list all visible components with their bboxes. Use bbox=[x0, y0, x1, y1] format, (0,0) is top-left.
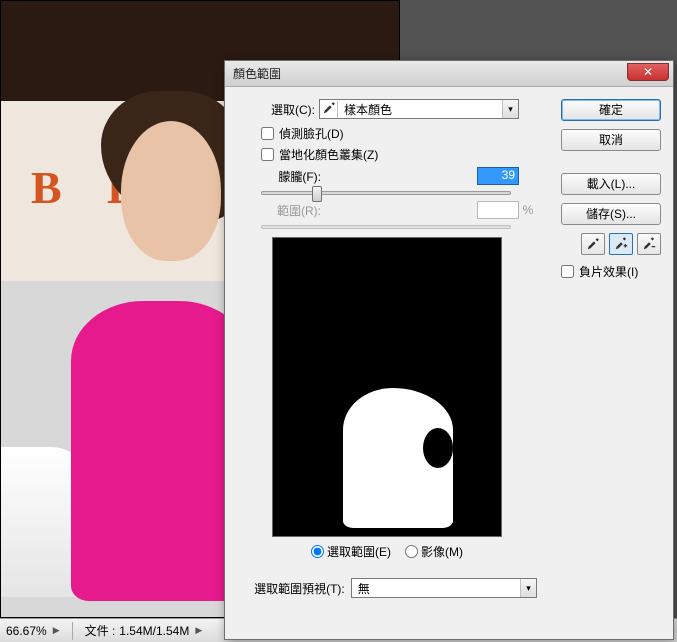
range-label: 範圍(R): bbox=[261, 202, 321, 219]
close-icon: ✕ bbox=[643, 65, 653, 79]
select-dropdown[interactable]: 樣本顏色 ▾ bbox=[319, 99, 519, 119]
range-input bbox=[477, 201, 519, 219]
chevron-down-icon: ▾ bbox=[520, 579, 536, 597]
fuzziness-slider[interactable] bbox=[261, 191, 511, 195]
range-unit: % bbox=[519, 203, 537, 217]
eyedropper-add-button[interactable] bbox=[609, 233, 633, 255]
select-value: 樣本顏色 bbox=[338, 101, 502, 118]
detect-faces-input[interactable] bbox=[261, 127, 274, 140]
localized-clusters-label: 當地化顏色叢集(Z) bbox=[279, 146, 378, 163]
radio-selection-label: 選取範圍(E) bbox=[327, 543, 391, 560]
fuzziness-input[interactable]: 39 bbox=[477, 167, 519, 185]
selection-preview bbox=[272, 237, 502, 537]
cancel-button[interactable]: 取消 bbox=[561, 129, 661, 151]
fuzziness-label: 朦朧(F): bbox=[261, 168, 321, 185]
selection-preview-label: 選取範圍預視(T): bbox=[237, 580, 345, 597]
detect-faces-checkbox[interactable]: 偵測臉孔(D) bbox=[261, 125, 537, 142]
eyedropper-icon bbox=[320, 101, 338, 118]
radio-image[interactable]: 影像(M) bbox=[405, 543, 463, 560]
color-range-dialog: 顏色範圍 ✕ 選取(C): 樣本顏色 ▾ 偵測臉孔 bbox=[224, 60, 674, 640]
ok-button[interactable]: 確定 bbox=[561, 99, 661, 121]
zoom-dropdown-icon[interactable]: ▶ bbox=[53, 625, 60, 636]
dialog-titlebar[interactable]: 顏色範圍 ✕ bbox=[225, 61, 673, 87]
invert-label: 負片效果(I) bbox=[579, 263, 638, 280]
radio-image-label: 影像(M) bbox=[421, 543, 463, 560]
eyedropper-plus-icon bbox=[614, 237, 628, 251]
zoom-level[interactable]: 66.67% bbox=[6, 624, 47, 638]
invert-checkbox[interactable]: 負片效果(I) bbox=[561, 263, 661, 280]
bg-letter: B bbox=[31, 161, 62, 214]
radio-image-input[interactable] bbox=[405, 545, 418, 558]
doc-info-dropdown-icon[interactable]: ▶ bbox=[195, 625, 202, 636]
eyedropper-icon bbox=[586, 237, 600, 251]
doc-size-label: 文件 : bbox=[85, 622, 116, 639]
localized-clusters-checkbox[interactable]: 當地化顏色叢集(Z) bbox=[261, 146, 537, 163]
radio-selection-input[interactable] bbox=[311, 545, 324, 558]
dialog-title: 顏色範圍 bbox=[233, 65, 281, 82]
selection-preview-dropdown[interactable]: 無 ▾ bbox=[351, 578, 537, 598]
detect-faces-label: 偵測臉孔(D) bbox=[279, 125, 344, 142]
load-button[interactable]: 載入(L)... bbox=[561, 173, 661, 195]
radio-selection[interactable]: 選取範圍(E) bbox=[311, 543, 391, 560]
close-button[interactable]: ✕ bbox=[627, 63, 669, 81]
select-label: 選取(C): bbox=[237, 101, 315, 118]
doc-size-value: 1.54M/1.54M bbox=[119, 624, 189, 638]
fuzziness-slider-thumb[interactable] bbox=[312, 186, 322, 202]
localized-clusters-input[interactable] bbox=[261, 148, 274, 161]
save-button[interactable]: 儲存(S)... bbox=[561, 203, 661, 225]
eyedropper-minus-icon bbox=[642, 237, 656, 251]
chevron-down-icon: ▾ bbox=[502, 100, 518, 118]
invert-input[interactable] bbox=[561, 265, 574, 278]
range-slider bbox=[261, 225, 511, 229]
eyedropper-subtract-button[interactable] bbox=[637, 233, 661, 255]
eyedropper-sample-button[interactable] bbox=[581, 233, 605, 255]
selection-preview-value: 無 bbox=[352, 580, 520, 597]
